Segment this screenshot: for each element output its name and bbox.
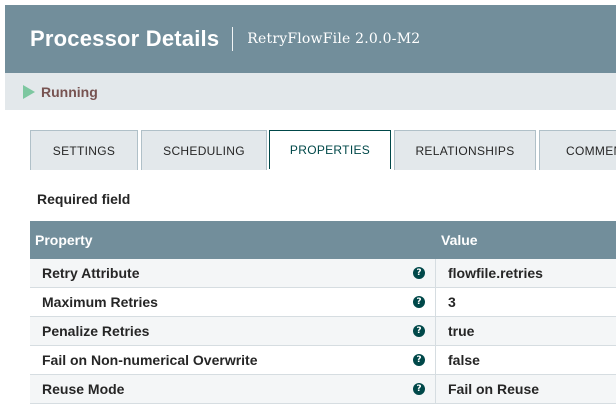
help-icon[interactable]: ?	[413, 354, 425, 366]
header-divider	[232, 27, 234, 51]
tab-scheduling[interactable]: SCHEDULING	[141, 130, 267, 170]
dialog-title: Processor Details	[30, 26, 220, 51]
table-row[interactable]: Reuse Mode ? Fail on Reuse	[30, 375, 616, 404]
dialog-content: SETTINGS SCHEDULING PROPERTIES RELATIONS…	[5, 110, 616, 410]
property-name: Reuse Mode	[42, 381, 125, 397]
tab-settings[interactable]: SETTINGS	[30, 130, 138, 170]
help-icon[interactable]: ?	[413, 267, 425, 279]
tab-comments[interactable]: COMMENTS	[539, 130, 616, 170]
property-name: Retry Attribute	[42, 265, 140, 281]
table-header: Property Value	[30, 221, 616, 259]
property-name-cell: Reuse Mode ?	[30, 375, 436, 403]
help-icon[interactable]: ?	[413, 296, 425, 308]
property-value[interactable]: Fail on Reuse	[436, 381, 616, 397]
property-value[interactable]: false	[436, 352, 616, 368]
property-name: Maximum Retries	[42, 294, 158, 310]
play-icon	[23, 84, 35, 99]
table-body: Retry Attribute ? flowfile.retries Maxim…	[30, 259, 616, 404]
property-value[interactable]: flowfile.retries	[436, 265, 616, 281]
column-header-value[interactable]: Value	[436, 232, 478, 248]
table-row[interactable]: Penalize Retries ? true	[30, 317, 616, 346]
property-value[interactable]: 3	[436, 294, 616, 310]
property-name: Penalize Retries	[42, 323, 150, 339]
processor-type: RetryFlowFile 2.0.0-M2	[247, 31, 421, 47]
run-status: Running	[41, 83, 98, 100]
property-name: Fail on Non-numerical Overwrite	[42, 352, 258, 368]
help-icon[interactable]: ?	[413, 325, 425, 337]
tab-relationships[interactable]: RELATIONSHIPS	[394, 130, 536, 170]
property-name-cell: Maximum Retries ?	[30, 288, 436, 316]
status-bar: Running	[5, 73, 616, 110]
tab-properties[interactable]: PROPERTIES	[269, 130, 391, 169]
table-row[interactable]: Fail on Non-numerical Overwrite ? false	[30, 346, 616, 375]
table-row[interactable]: Retry Attribute ? flowfile.retries	[30, 259, 616, 288]
property-name-cell: Penalize Retries ?	[30, 317, 436, 345]
table-row[interactable]: Maximum Retries ? 3	[30, 288, 616, 317]
tab-bar: SETTINGS SCHEDULING PROPERTIES RELATIONS…	[30, 130, 616, 170]
required-field-label: Required field	[37, 191, 131, 207]
column-header-property[interactable]: Property	[30, 232, 436, 248]
property-value[interactable]: true	[436, 323, 616, 339]
property-name-cell: Retry Attribute ?	[30, 259, 436, 287]
property-name-cell: Fail on Non-numerical Overwrite ?	[30, 346, 436, 374]
properties-table: Property Value Retry Attribute ? flowfil…	[30, 221, 616, 404]
dialog-header: Processor Details RetryFlowFile 2.0.0-M2	[5, 5, 616, 73]
help-icon[interactable]: ?	[413, 383, 425, 395]
